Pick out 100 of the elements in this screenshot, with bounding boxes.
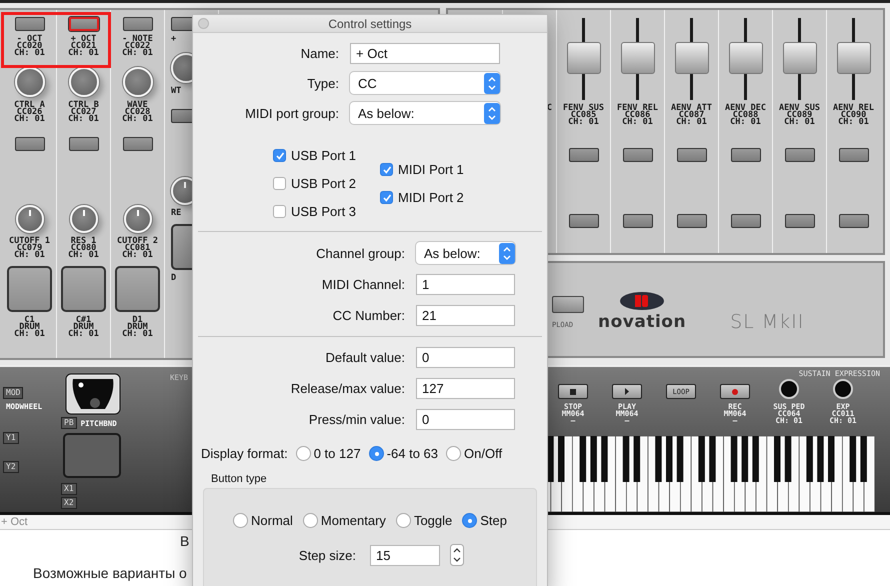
input-field[interactable]: 0 — [416, 347, 515, 368]
checkbox[interactable] — [273, 205, 286, 218]
transport-button[interactable] — [558, 384, 588, 399]
fader[interactable] — [782, 18, 816, 100]
input-field[interactable]: + Oct — [350, 43, 500, 64]
field-label: CC Number: — [332, 308, 405, 323]
control-label: CTRL A — [14, 102, 45, 109]
knob[interactable] — [70, 205, 98, 233]
control-label: CC086 — [624, 112, 650, 119]
fader[interactable] — [674, 18, 708, 100]
control-tag: X2 — [61, 497, 77, 509]
field-label: Channel group: — [315, 246, 405, 260]
radio-button[interactable] — [302, 513, 318, 528]
control-label: WAVE — [127, 102, 148, 109]
control-label: CC020 — [16, 43, 42, 50]
xy-pad[interactable] — [63, 433, 121, 478]
stepper-icon[interactable] — [450, 544, 464, 566]
checkbox[interactable] — [380, 191, 394, 204]
radio-button[interactable] — [296, 446, 311, 461]
radio-button[interactable] — [233, 513, 248, 528]
knob[interactable] — [122, 67, 152, 97]
page-text: В — [179, 533, 190, 549]
fader[interactable] — [728, 18, 762, 100]
field-label: Display format: — [201, 446, 288, 461]
model-name: SL MkII — [730, 310, 804, 332]
field-label: Name: — [300, 46, 339, 61]
control-tag: PB — [61, 417, 77, 429]
radio-label[interactable]: Toggle — [414, 513, 452, 528]
control-label: CH: 01 — [122, 252, 153, 259]
checkbox-label[interactable]: USB Port 3 — [291, 204, 356, 219]
control-label: CH: 01 — [122, 116, 153, 123]
radio-button[interactable] — [396, 513, 411, 528]
joystick-drawing — [65, 373, 121, 415]
checkbox-label[interactable]: USB Port 2 — [291, 176, 356, 191]
radio-label[interactable]: Step — [480, 513, 507, 528]
input-field[interactable]: 21 — [416, 305, 515, 326]
control-label: CC022 — [124, 43, 150, 50]
dropdown[interactable]: As below: — [350, 102, 500, 124]
field-label: Default value: — [324, 350, 405, 365]
knob[interactable] — [68, 67, 98, 97]
radio-label[interactable]: Normal — [251, 513, 293, 528]
stepper-icon — [484, 102, 500, 124]
knob[interactable] — [124, 205, 152, 233]
fader[interactable] — [620, 18, 654, 100]
field-label: Step size: — [298, 548, 356, 562]
drum-pad[interactable] — [115, 266, 160, 312]
page-text: Возможные варианты о — [32, 565, 188, 581]
control-label: CH: 01 — [622, 119, 653, 126]
dropdown[interactable]: As below: — [416, 242, 515, 264]
transport-button[interactable] — [612, 384, 642, 399]
fader[interactable] — [836, 18, 870, 100]
control-label: CH: 01 — [14, 331, 45, 338]
control-label: + OCT — [70, 36, 96, 43]
checkbox[interactable] — [380, 163, 394, 176]
control-label: RES 1 — [70, 238, 96, 245]
control-label: + — [171, 36, 176, 43]
control-tag: X1 — [61, 483, 77, 495]
control-label: C#1 — [76, 317, 92, 324]
input-field[interactable]: 15 — [370, 544, 440, 566]
status-text: + Oct — [1, 516, 28, 528]
control-label: CC021 — [70, 43, 96, 50]
brand-name: novation — [598, 312, 686, 332]
control-label: CH: 01 — [730, 119, 761, 126]
drum-pad[interactable] — [7, 266, 52, 312]
checkbox-label[interactable]: USB Port 1 — [291, 148, 356, 163]
checkbox[interactable] — [273, 177, 286, 190]
radio-button[interactable] — [462, 513, 478, 528]
play-icon — [625, 388, 629, 395]
radio-label[interactable]: 0 to 127 — [314, 446, 361, 461]
control-label: CC089 — [786, 112, 812, 119]
input-field[interactable]: 1 — [416, 274, 515, 295]
input-field[interactable]: 0 — [416, 409, 515, 430]
window-title: Control settings — [328, 16, 412, 30]
drum-pad[interactable] — [61, 266, 106, 312]
group-title: Button type — [211, 473, 268, 485]
upload-button[interactable] — [552, 296, 584, 313]
checkbox-label[interactable]: MIDI Port 1 — [398, 162, 464, 177]
control-label: CTRL B — [68, 102, 99, 109]
field-label: Press/min value: — [308, 412, 405, 427]
control-label: AENV SUS — [779, 105, 820, 112]
checkbox[interactable] — [273, 149, 286, 162]
input-field[interactable]: 127 — [416, 378, 515, 399]
radio-label[interactable]: -64 to 63 — [386, 446, 438, 461]
knob[interactable] — [14, 67, 44, 97]
radio-label[interactable]: Momentary — [320, 513, 386, 528]
checkbox-label[interactable]: MIDI Port 2 — [398, 190, 464, 205]
control-label: D — [171, 275, 176, 282]
dropdown[interactable]: CC — [350, 72, 500, 94]
radio-label[interactable]: On/Off — [464, 446, 502, 461]
fader[interactable] — [566, 18, 600, 100]
control-label: D1 — [132, 317, 143, 324]
control-label: WT — [171, 88, 182, 95]
control-label: CC028 — [124, 109, 150, 116]
transport-button[interactable] — [720, 384, 750, 399]
stepper-icon — [499, 242, 515, 264]
knob[interactable] — [16, 205, 44, 233]
radio-button[interactable] — [446, 446, 462, 461]
control-label: DRUM — [19, 324, 40, 331]
radio-button[interactable] — [368, 446, 384, 461]
control-label: AENV DEC — [725, 105, 766, 112]
